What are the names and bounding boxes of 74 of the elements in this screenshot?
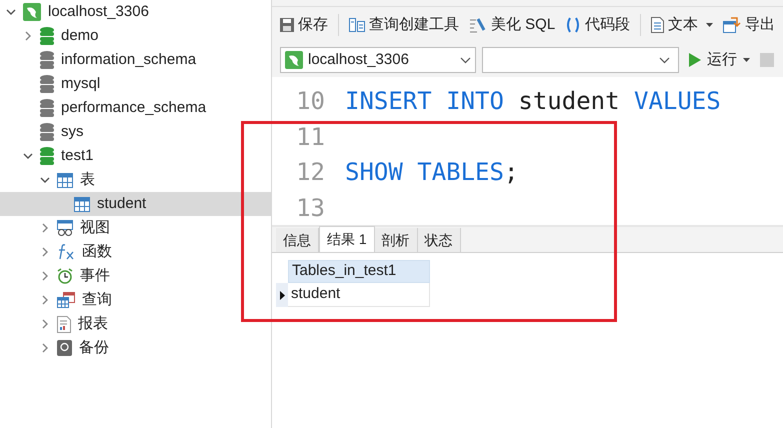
database-icon — [40, 99, 54, 117]
chevron-down-icon — [460, 56, 471, 64]
result-tab[interactable]: 剖析 — [374, 228, 418, 252]
tree-item[interactable]: student — [0, 192, 271, 216]
document-icon — [57, 316, 71, 332]
database-icon — [40, 147, 54, 165]
result-tab[interactable]: 信息 — [276, 228, 319, 252]
chevron-right-icon[interactable] — [23, 31, 33, 41]
column-header[interactable]: Tables_in_test1 — [288, 260, 430, 283]
toolbar-button[interactable]: 代码段 — [565, 14, 630, 36]
function-icon — [57, 244, 75, 260]
toolbar-button[interactable]: 美化 SQL — [469, 14, 556, 36]
connection-select[interactable]: localhost_3306 — [280, 47, 476, 73]
server-icon — [285, 51, 303, 69]
line-number: 12 — [295, 160, 326, 184]
chevron-down-icon[interactable] — [6, 7, 16, 17]
result-tab[interactable]: 状态 — [418, 228, 461, 252]
database-select[interactable] — [482, 47, 679, 73]
tree-item[interactable]: mysql — [0, 72, 271, 96]
chevron-down-icon — [659, 56, 670, 64]
toolbar-button[interactable]: 导出 — [723, 14, 776, 36]
tree-item[interactable]: 视图 — [0, 216, 271, 240]
backup-icon — [57, 340, 72, 356]
export-icon — [723, 17, 742, 33]
view-icon — [57, 220, 73, 236]
toolbar-button[interactable]: 文本 — [651, 14, 714, 36]
run-button[interactable]: 运行 — [689, 48, 750, 72]
database-icon — [40, 51, 54, 69]
clock-icon — [57, 268, 73, 284]
tree-item[interactable]: test1 — [0, 144, 271, 168]
line-number: 10 — [295, 89, 326, 113]
caret-down-icon — [706, 23, 714, 27]
tree-item[interactable]: 事件 — [0, 264, 271, 288]
tree-item[interactable]: information_schema — [0, 48, 271, 72]
tree-item[interactable]: 表 — [0, 168, 271, 192]
line-number: 13 — [295, 196, 326, 220]
line-number: 11 — [295, 124, 326, 148]
toolbar-button[interactable]: 查询创建工具 — [349, 14, 459, 36]
tree-item[interactable]: sys — [0, 120, 271, 144]
play-icon — [689, 53, 701, 67]
chevron-down-icon[interactable] — [40, 175, 50, 185]
chevron-right-icon[interactable] — [40, 247, 50, 257]
table-icon — [57, 172, 73, 188]
tree-item[interactable]: demo — [0, 24, 271, 48]
tree-item[interactable]: 函数 — [0, 240, 271, 264]
row-indicator[interactable] — [276, 283, 288, 307]
query-builder-icon — [349, 18, 365, 32]
table-icon — [74, 196, 90, 212]
table-cell: student — [288, 283, 430, 307]
tree-item[interactable]: performance_schema — [0, 96, 271, 120]
chevron-right-icon[interactable] — [40, 319, 50, 329]
chevron-right-icon[interactable] — [40, 343, 50, 353]
code-line: INSERT INTO student VALUES — [345, 86, 721, 117]
tree-item[interactable]: 查询 — [0, 288, 271, 312]
tree-item[interactable]: 备份 — [0, 336, 271, 360]
code-line: SHOW TABLES; — [345, 157, 518, 188]
database-icon — [40, 75, 54, 93]
caret-down-icon — [743, 58, 750, 62]
database-icon — [40, 123, 54, 141]
chevron-right-icon[interactable] — [40, 295, 50, 305]
caret-right-icon — [280, 290, 284, 300]
chevron-down-icon[interactable] — [23, 151, 33, 161]
query-icon — [57, 292, 75, 308]
database-icon — [40, 27, 54, 45]
chevron-right-icon[interactable] — [40, 223, 50, 233]
toolbar-button[interactable]: 保存 — [280, 14, 328, 36]
chevron-right-icon[interactable] — [40, 271, 50, 281]
tree-item[interactable]: localhost_3306 — [0, 0, 271, 24]
server-icon — [23, 3, 41, 21]
brush-icon — [469, 17, 487, 33]
document-icon — [651, 17, 664, 33]
tree-item[interactable]: 报表 — [0, 312, 271, 336]
parentheses-icon — [565, 17, 582, 33]
result-tab[interactable]: 结果 1 — [319, 226, 375, 252]
